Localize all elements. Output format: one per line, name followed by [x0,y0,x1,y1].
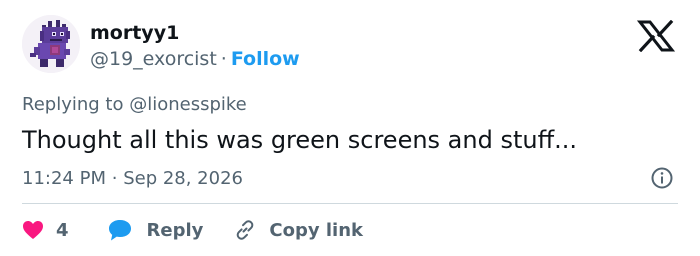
info-icon[interactable] [650,166,674,190]
speech-bubble-icon [108,220,131,241]
heart-icon [23,221,43,239]
pixel-creature-avatar-image [22,15,80,73]
reply-mention-link[interactable]: @lionesspike [129,94,247,115]
author-handle[interactable]: @19_exorcist [90,48,217,70]
like-count: 4 [56,219,69,241]
copy-link-button[interactable]: Copy link [233,218,363,242]
tweet-actions-bar: 4 Reply Copy link [22,217,363,243]
tweet-date: Sep 28, 2026 [123,168,243,189]
author-display-name[interactable]: mortyy1 [90,22,179,44]
copy-link-label: Copy link [269,219,363,241]
author-handle-row: @19_exorcist · Follow [90,48,300,70]
reply-context-prefix: Replying to [22,94,124,115]
link-icon [237,220,254,240]
timestamp-separator: · [111,168,118,189]
follow-button[interactable]: Follow [231,48,300,70]
x-logo-icon[interactable] [636,20,676,52]
reply-button[interactable]: Reply [107,218,234,242]
reply-context: Replying to @lionesspike [22,94,247,115]
tweet-time: 11:24 PM [22,168,106,189]
separator-dot: · [220,48,227,70]
divider [22,203,678,204]
avatar[interactable] [22,15,80,73]
tweet-text: Thought all this was green screens and s… [22,126,577,154]
tweet-timestamp[interactable]: 11:24 PM · Sep 28, 2026 [22,168,243,189]
like-button[interactable]: 4 [22,220,107,241]
reply-label: Reply [146,219,204,241]
